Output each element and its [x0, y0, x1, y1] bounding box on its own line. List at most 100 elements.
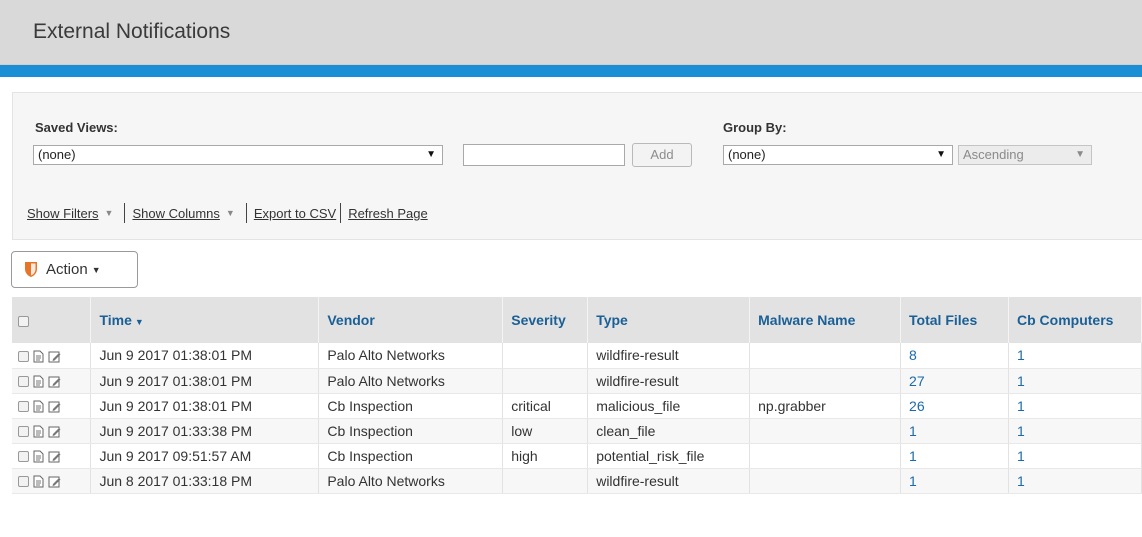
cell-vendor: Palo Alto Networks	[318, 468, 504, 494]
cell-total-files[interactable]: 1	[900, 468, 1009, 494]
cell-time: Jun 9 2017 01:38:01 PM	[90, 343, 320, 369]
action-button[interactable]: Action ▼	[11, 251, 138, 288]
details-icon[interactable]	[32, 450, 45, 463]
cell-severity: low	[502, 418, 589, 444]
cell-total-files[interactable]: 1	[900, 443, 1009, 469]
cell-severity	[502, 468, 589, 494]
shield-icon	[25, 262, 37, 277]
column-header-malware-name[interactable]: Malware Name	[749, 297, 902, 343]
notifications-table: Time ▼ Vendor Severity Type Malware Name …	[12, 297, 1142, 494]
action-label: Action	[46, 261, 88, 278]
column-header-time[interactable]: Time ▼	[90, 297, 320, 343]
accent-bar	[0, 65, 1142, 77]
cell-cb-computers[interactable]: 1	[1008, 393, 1142, 419]
cell-malware-name: np.grabber	[749, 393, 902, 419]
chevron-down-icon: ▼	[426, 149, 436, 160]
column-header-total-files[interactable]: Total Files	[900, 297, 1009, 343]
column-header-severity[interactable]: Severity	[502, 297, 589, 343]
table-row[interactable]: Jun 8 2017 01:33:18 PM Palo Alto Networks…	[12, 468, 1142, 494]
select-all-cell	[12, 297, 92, 343]
cell-type: potential_risk_file	[587, 443, 751, 469]
divider	[340, 203, 342, 223]
row-checkbox[interactable]	[18, 476, 29, 488]
details-icon[interactable]	[32, 400, 45, 413]
add-view-button[interactable]: Add	[632, 143, 692, 167]
edit-icon[interactable]	[48, 400, 61, 413]
saved-views-label: Saved Views:	[35, 120, 118, 135]
table-header-row: Time ▼ Vendor Severity Type Malware Name …	[12, 297, 1142, 343]
refresh-page-link[interactable]: Refresh Page	[348, 206, 428, 221]
cell-cb-computers[interactable]: 1	[1008, 468, 1142, 494]
chevron-down-icon[interactable]: ▼	[105, 208, 114, 218]
edit-icon[interactable]	[48, 450, 61, 463]
divider	[124, 203, 126, 223]
cell-malware-name	[749, 418, 902, 444]
column-header-cb-computers[interactable]: Cb Computers	[1008, 297, 1142, 343]
cell-cb-computers[interactable]: 1	[1008, 343, 1142, 369]
row-controls-cell	[12, 468, 92, 494]
sort-order-select[interactable]: Ascending ▼	[958, 145, 1092, 165]
cell-cb-computers[interactable]: 1	[1008, 368, 1142, 394]
cell-severity: critical	[502, 393, 589, 419]
export-csv-link[interactable]: Export to CSV	[254, 206, 336, 221]
show-columns-link[interactable]: Show Columns	[132, 206, 219, 221]
cell-vendor: Cb Inspection	[318, 393, 504, 419]
cell-total-files[interactable]: 1	[900, 418, 1009, 444]
page-title: External Notifications	[33, 20, 231, 43]
divider	[245, 203, 247, 223]
sort-desc-icon: ▼	[134, 317, 144, 327]
row-controls-cell	[12, 443, 92, 469]
cell-total-files[interactable]: 27	[900, 368, 1009, 394]
group-by-select[interactable]: (none) ▼	[723, 145, 953, 165]
row-checkbox[interactable]	[18, 426, 29, 438]
cell-total-files[interactable]: 26	[900, 393, 1009, 419]
details-icon[interactable]	[32, 375, 45, 388]
show-filters-link[interactable]: Show Filters	[27, 206, 99, 221]
saved-views-select[interactable]: (none) ▼	[33, 145, 443, 165]
cell-severity	[502, 368, 589, 394]
cell-time: Jun 9 2017 01:38:01 PM	[90, 368, 320, 394]
edit-icon[interactable]	[48, 475, 61, 488]
row-checkbox[interactable]	[18, 351, 29, 363]
column-header-vendor[interactable]: Vendor	[318, 297, 504, 343]
row-checkbox[interactable]	[18, 376, 29, 388]
cell-severity: high	[502, 443, 589, 469]
page: External Notifications Saved Views: (non…	[0, 0, 1142, 537]
cell-malware-name	[749, 443, 902, 469]
cell-time: Jun 9 2017 09:51:57 AM	[90, 443, 320, 469]
edit-icon[interactable]	[48, 350, 61, 363]
chevron-down-icon: ▼	[1075, 149, 1085, 160]
table-row[interactable]: Jun 9 2017 01:38:01 PM Palo Alto Networks…	[12, 343, 1142, 369]
row-checkbox[interactable]	[18, 451, 29, 463]
group-by-value: (none)	[728, 147, 766, 162]
edit-icon[interactable]	[48, 425, 61, 438]
table-row[interactable]: Jun 9 2017 09:51:57 AM Cb Inspection high p…	[12, 443, 1142, 469]
row-checkbox[interactable]	[18, 401, 29, 413]
table-body: Jun 9 2017 01:38:01 PM Palo Alto Networks…	[12, 343, 1142, 494]
table-row[interactable]: Jun 9 2017 01:33:38 PM Cb Inspection low cl…	[12, 418, 1142, 444]
table-row[interactable]: Jun 9 2017 01:38:01 PM Palo Alto Networks…	[12, 368, 1142, 394]
view-name-input[interactable]	[463, 144, 625, 166]
select-all-checkbox[interactable]	[18, 315, 29, 327]
chevron-down-icon: ▼	[936, 149, 946, 160]
sort-order-value: Ascending	[963, 147, 1024, 162]
details-icon[interactable]	[32, 475, 45, 488]
cell-severity	[502, 343, 589, 369]
cell-cb-computers[interactable]: 1	[1008, 418, 1142, 444]
group-by-label: Group By:	[723, 120, 787, 135]
cell-vendor: Palo Alto Networks	[318, 343, 504, 369]
table-row[interactable]: Jun 9 2017 01:38:01 PM Cb Inspection criti…	[12, 393, 1142, 419]
chevron-down-icon[interactable]: ▼	[226, 208, 235, 218]
cell-cb-computers[interactable]: 1	[1008, 443, 1142, 469]
row-controls-cell	[12, 368, 92, 394]
column-header-type[interactable]: Type	[587, 297, 751, 343]
details-icon[interactable]	[32, 425, 45, 438]
row-controls-cell	[12, 393, 92, 419]
row-controls-cell	[12, 418, 92, 444]
cell-malware-name	[749, 468, 902, 494]
cell-total-files[interactable]: 8	[900, 343, 1009, 369]
details-icon[interactable]	[32, 350, 45, 363]
cell-type: malicious_file	[587, 393, 751, 419]
saved-views-value: (none)	[38, 147, 76, 162]
edit-icon[interactable]	[48, 375, 61, 388]
